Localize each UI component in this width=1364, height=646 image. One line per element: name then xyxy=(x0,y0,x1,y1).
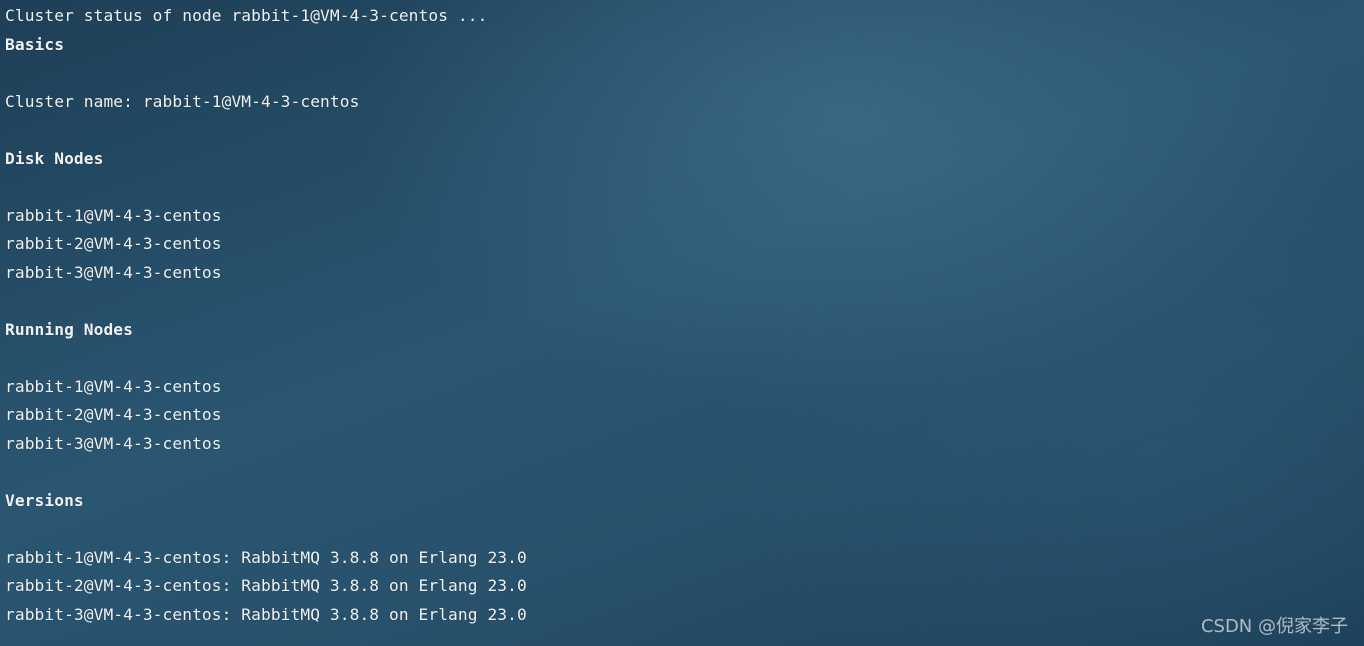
terminal-line: rabbit-3@VM-4-3-centos xyxy=(5,433,222,453)
section-heading-running-nodes: Running Nodes xyxy=(5,319,133,339)
section-heading-versions: Versions xyxy=(5,490,84,510)
terminal-line: rabbit-2@VM-4-3-centos: RabbitMQ 3.8.8 o… xyxy=(5,576,527,595)
terminal-line: Cluster status of node rabbit-1@VM-4-3-c… xyxy=(5,6,488,25)
terminal-line: Cluster name: rabbit-1@VM-4-3-centos xyxy=(5,91,360,111)
terminal-output[interactable]: Cluster status of node rabbit-1@VM-4-3-c… xyxy=(5,2,1359,642)
section-heading-disk-nodes: Disk Nodes xyxy=(5,148,104,168)
terminal-line: rabbit-1@VM-4-3-centos xyxy=(5,205,222,225)
terminal-line: rabbit-2@VM-4-3-centos xyxy=(5,234,222,253)
terminal-line: rabbit-1@VM-4-3-centos: RabbitMQ 3.8.8 o… xyxy=(5,547,527,567)
terminal-line: rabbit-2@VM-4-3-centos xyxy=(5,405,222,424)
csdn-watermark: CSDN @倪家李子 xyxy=(1200,616,1348,637)
terminal-line: rabbit-3@VM-4-3-centos: RabbitMQ 3.8.8 o… xyxy=(5,604,527,624)
terminal-line: rabbit-1@VM-4-3-centos xyxy=(5,376,222,396)
section-heading-basics: Basics xyxy=(5,34,65,54)
terminal-line: rabbit-3@VM-4-3-centos xyxy=(5,262,222,282)
